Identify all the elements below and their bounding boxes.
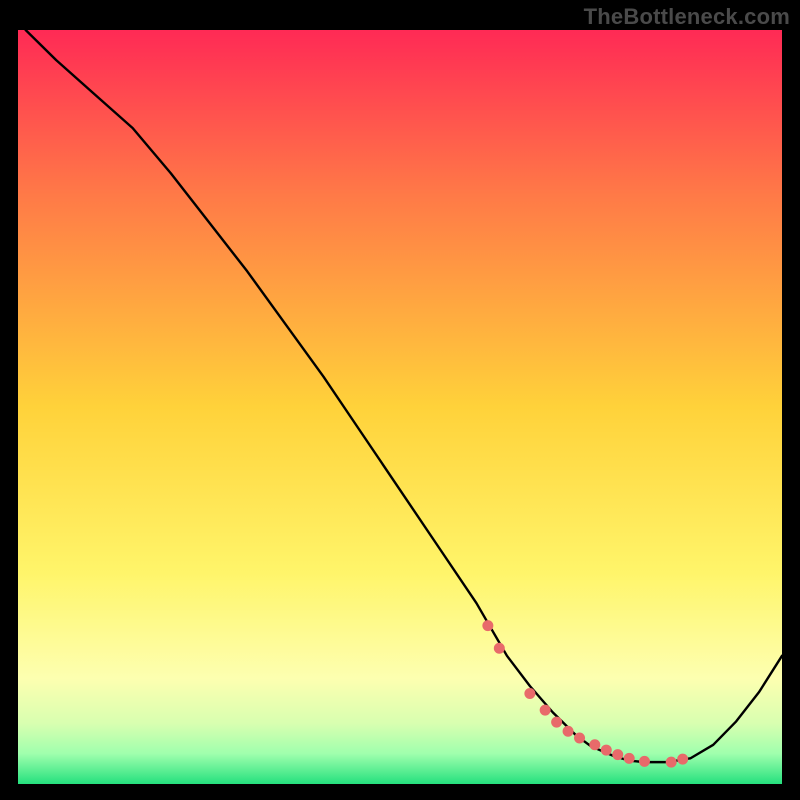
chart-svg xyxy=(18,30,782,784)
marker-point xyxy=(601,745,611,755)
chart-frame: TheBottleneck.com xyxy=(0,0,800,800)
gradient-background xyxy=(18,30,782,784)
marker-point xyxy=(494,643,504,653)
marker-point xyxy=(678,754,688,764)
marker-point xyxy=(525,689,535,699)
plot-area xyxy=(18,30,782,784)
marker-point xyxy=(624,753,634,763)
marker-point xyxy=(575,733,585,743)
marker-point xyxy=(563,726,573,736)
watermark-text: TheBottleneck.com xyxy=(584,4,790,30)
marker-point xyxy=(613,750,623,760)
marker-point xyxy=(639,756,649,766)
marker-point xyxy=(552,717,562,727)
marker-point xyxy=(483,621,493,631)
marker-point xyxy=(590,740,600,750)
marker-point xyxy=(666,757,676,767)
marker-point xyxy=(540,705,550,715)
